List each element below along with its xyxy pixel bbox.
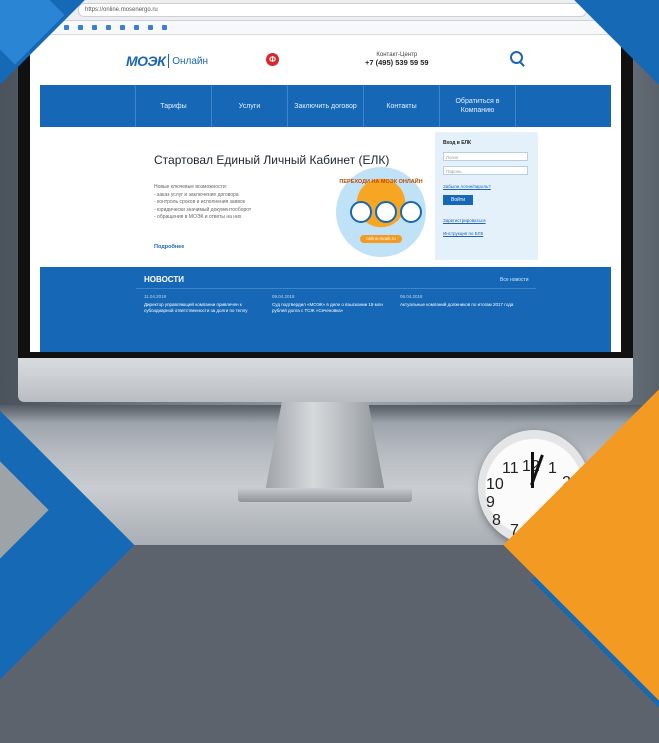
- news-section: НОВОСТИ Все новости 11.04.2018 Директор …: [40, 267, 611, 352]
- login-panel: Вход в ЕЛК Логин Пароль Забыли логин/пар…: [435, 132, 538, 260]
- monitor-stand: [265, 402, 385, 492]
- forgot-password-link[interactable]: Забыли логин/пароль?: [443, 184, 491, 189]
- clock-number: 11: [502, 460, 519, 477]
- hero-feature: - заказ услуг и заключение договора: [154, 191, 239, 198]
- clock-number: 10: [486, 476, 504, 493]
- badge-circle-icon: [400, 201, 422, 223]
- nav-item-services[interactable]: Услуги: [212, 85, 288, 127]
- hero-feature: - обращения в МОЭК и ответы на них: [154, 214, 242, 220]
- login-input[interactable]: Логин: [443, 152, 528, 161]
- nav-item-contact-company[interactable]: Обратиться в Компанию: [440, 85, 516, 127]
- news-date: 06.04.2018: [400, 294, 423, 299]
- news-item[interactable]: 06.04.2018 Актуальные компаний должников…: [400, 294, 520, 308]
- news-date: 09.04.2018: [272, 294, 295, 299]
- badge-circle-icon: [375, 201, 397, 223]
- news-title: НОВОСТИ: [144, 275, 185, 284]
- monitor-stand-base: [238, 488, 412, 502]
- news-item[interactable]: 11.04.2018 Директор управляющей компании…: [144, 294, 264, 314]
- nav-item-tariffs[interactable]: Тарифы: [135, 85, 212, 127]
- news-text: Суд подтвердил «МОЭК» в деле о взыскании…: [272, 302, 383, 313]
- hero-title: Стартовал Единый Личный Кабинет (ЕЛК): [154, 153, 390, 167]
- news-item[interactable]: 09.04.2018 Суд подтвердил «МОЭК» в деле …: [272, 294, 392, 314]
- all-news-link[interactable]: Все новости: [500, 277, 529, 283]
- register-link[interactable]: Зарегистрироваться: [443, 218, 486, 223]
- hero-more-link[interactable]: Подробнее: [154, 244, 184, 250]
- news-divider: [136, 288, 536, 289]
- login-submit-button[interactable]: Войти: [443, 195, 473, 205]
- promo-badge[interactable]: ПЕРЕХОДИ НА МОЭК ОНЛАЙН online.moek.ru: [336, 167, 426, 257]
- nav-item-contacts[interactable]: Контакты: [364, 85, 440, 127]
- site-content: Тарифы Услуги Заключить договор Контакты…: [30, 0, 621, 352]
- hero-section: Стартовал Единый Личный Кабинет (ЕЛК) Но…: [40, 127, 611, 267]
- clock-number: 9: [486, 494, 495, 511]
- monitor-chin: [18, 358, 633, 402]
- hero-feature: Новые ключевые возможности:: [154, 184, 228, 190]
- badge-url: online.moek.ru: [360, 235, 402, 243]
- badge-title: ПЕРЕХОДИ НА МОЭК ОНЛАЙН: [339, 179, 423, 185]
- badge-icons: [350, 201, 422, 223]
- password-input[interactable]: Пароль: [443, 166, 528, 175]
- hero-feature: - юридически значимый документооборот: [154, 206, 252, 213]
- news-text: Актуальные компаний должников по итогам …: [400, 302, 514, 307]
- main-nav: Тарифы Услуги Заключить договор Контакты…: [40, 85, 611, 127]
- clock-number: 8: [492, 512, 501, 529]
- hero-features: Новые ключевые возможности: - заказ услу…: [154, 184, 251, 222]
- news-text: Директор управляющей компании привлечен …: [144, 302, 248, 313]
- nav-item-contract[interactable]: Заключить договор: [288, 85, 364, 127]
- news-date: 11.04.2018: [144, 294, 167, 299]
- clock-number: 1: [548, 460, 557, 477]
- badge-circle-icon: [350, 201, 372, 223]
- instructions-link[interactable]: Инструкция по ЕЛК: [443, 231, 483, 236]
- hero-feature: - контроль сроков и исполнения заявок: [154, 199, 245, 205]
- login-title: Вход в ЕЛК: [443, 140, 472, 146]
